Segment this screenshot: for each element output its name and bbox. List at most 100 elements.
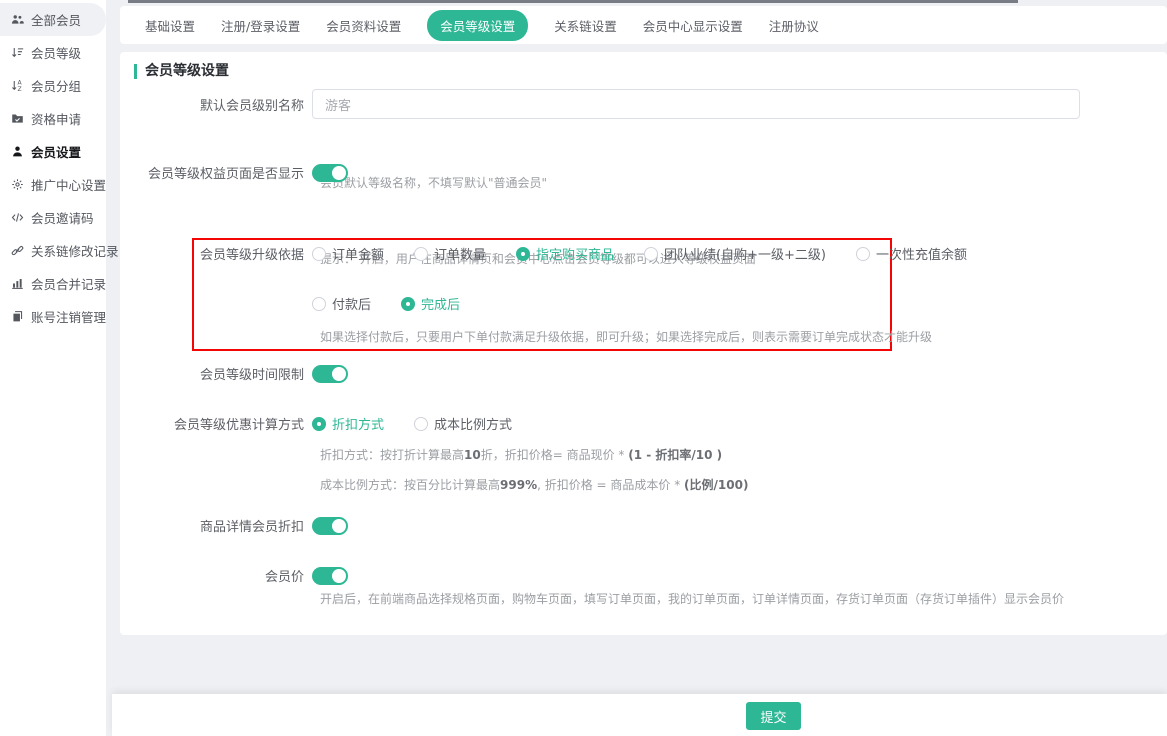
- radio-option[interactable]: 成本比例方式: [414, 414, 512, 433]
- sidebar-item-label: 账号注销管理: [31, 307, 106, 326]
- sidebar-item-0[interactable]: 全部会员: [0, 3, 106, 36]
- tab-6[interactable]: 注册协议: [769, 16, 819, 35]
- upgrade-timing-radio-group: 付款后 完成后: [312, 294, 460, 313]
- radio-selected-icon: [312, 417, 326, 431]
- sidebar-item-8[interactable]: 会员合并记录: [0, 267, 106, 300]
- radio-unselected-icon: [856, 247, 870, 261]
- gear-icon: [11, 178, 24, 191]
- radio-unselected-icon: [414, 247, 428, 261]
- sidebar-item-6[interactable]: 会员邀请码: [0, 201, 106, 234]
- svg-text:Z: Z: [18, 86, 22, 92]
- time-limit-toggle[interactable]: [312, 365, 348, 383]
- radio-option-label: 指定购买商品: [536, 244, 614, 263]
- settings-card: 会员等级设置 默认会员级别名称 会员默认等级名称，不填写默认"普通会员" 会员等…: [120, 52, 1167, 635]
- top-edge-artifact: [128, 0, 1018, 3]
- sidebar-item-2[interactable]: AZ 会员分组: [0, 69, 106, 102]
- submit-button[interactable]: 提交: [746, 702, 801, 730]
- member-price-label: 会员价: [120, 566, 312, 585]
- radio-unselected-icon: [414, 417, 428, 431]
- form-row-default-level-name: 默认会员级别名称: [120, 89, 1167, 119]
- radio-option[interactable]: 团队业绩(自购+一级+二级): [644, 244, 826, 263]
- radio-option-label: 一次性充值余额: [876, 244, 967, 263]
- sidebar-item-7[interactable]: 关系链修改记录: [0, 234, 106, 267]
- detail-discount-label: 商品详情会员折扣: [120, 516, 312, 535]
- form-row-upgrade-basis: 会员等级升级依据 订单金额 订单数量 指定购买商品 团队业绩(自购+一级+二级) 一次性…: [120, 244, 1167, 263]
- sidebar-item-1[interactable]: 会员等级: [0, 36, 106, 69]
- sidebar-item-label: 关系链修改记录: [31, 241, 119, 260]
- radio-unselected-icon: [644, 247, 658, 261]
- upgrade-basis-label: 会员等级升级依据: [120, 244, 312, 263]
- radio-unselected-icon: [312, 297, 326, 311]
- bar-chart-icon: [11, 277, 24, 290]
- sidebar-item-label: 全部会员: [31, 10, 81, 29]
- discount-calc-radio-group: 折扣方式 成本比例方式: [312, 414, 512, 433]
- form-row-detail-discount: 商品详情会员折扣: [120, 516, 1167, 535]
- form-row-time-limit: 会员等级时间限制: [120, 364, 1167, 383]
- toggle-knob: [332, 367, 346, 381]
- radio-option[interactable]: 订单数量: [414, 244, 486, 263]
- footer-bar: 提交: [112, 694, 1167, 736]
- sort-amount-icon: [11, 46, 24, 59]
- sort-alpha-icon: AZ: [11, 79, 24, 92]
- sidebar-item-label: 会员等级: [31, 43, 81, 62]
- radio-option[interactable]: 完成后: [401, 294, 460, 313]
- sidebar-item-label: 会员邀请码: [31, 208, 94, 227]
- discount-calc-label: 会员等级优惠计算方式: [120, 414, 312, 433]
- tab-5[interactable]: 会员中心显示设置: [643, 16, 743, 35]
- file-copy-icon: [11, 310, 24, 323]
- tab-0[interactable]: 基础设置: [145, 16, 195, 35]
- section-title: 会员等级设置: [134, 64, 229, 79]
- radio-option[interactable]: 一次性充值余额: [856, 244, 967, 263]
- sidebar-item-9[interactable]: 账号注销管理: [0, 300, 106, 333]
- toggle-knob: [332, 166, 346, 180]
- sidebar-item-3[interactable]: 资格申请: [0, 102, 106, 135]
- default-level-name-input[interactable]: [312, 89, 1080, 119]
- radio-option[interactable]: 订单金额: [312, 244, 384, 263]
- radio-selected-icon: [516, 247, 530, 261]
- toggle-knob: [332, 519, 346, 533]
- form-row-discount-calc: 会员等级优惠计算方式 折扣方式 成本比例方式: [120, 414, 1167, 433]
- sidebar-item-label: 会员设置: [31, 142, 81, 161]
- radio-option[interactable]: 折扣方式: [312, 414, 384, 433]
- tab-3[interactable]: 会员等级设置: [427, 10, 528, 41]
- tab-2[interactable]: 会员资料设置: [326, 16, 401, 35]
- sidebar-item-label: 资格申请: [31, 109, 81, 128]
- form-row-member-price: 会员价: [120, 566, 1167, 585]
- radio-option[interactable]: 指定购买商品: [516, 244, 614, 263]
- radio-option-label: 团队业绩(自购+一级+二级): [664, 244, 826, 263]
- user-icon: [11, 145, 24, 158]
- member-price-toggle[interactable]: [312, 567, 348, 585]
- sidebar-item-4[interactable]: 会员设置: [0, 135, 106, 168]
- users-icon: [11, 13, 24, 26]
- default-level-name-label: 默认会员级别名称: [120, 95, 312, 114]
- radio-option-label: 付款后: [332, 294, 371, 313]
- radio-option-label: 成本比例方式: [434, 414, 512, 433]
- code-icon: [11, 211, 24, 224]
- detail-discount-toggle[interactable]: [312, 517, 348, 535]
- discount-method-hint: 折扣方式：按打折计算最高10折，折扣价格= 商品现价 * (1 - 折扣率/10…: [320, 446, 722, 463]
- radio-option[interactable]: 付款后: [312, 294, 371, 313]
- tab-4[interactable]: 关系链设置: [554, 16, 617, 35]
- sidebar-item-5[interactable]: 推广中心设置: [0, 168, 106, 201]
- radio-unselected-icon: [312, 247, 326, 261]
- tab-1[interactable]: 注册/登录设置: [221, 16, 300, 35]
- form-row-benefit-page: 会员等级权益页面是否显示: [120, 163, 1167, 182]
- time-limit-label: 会员等级时间限制: [120, 364, 312, 383]
- radio-option-label: 订单金额: [332, 244, 384, 263]
- sidebar-item-label: 会员分组: [31, 76, 81, 95]
- folder-check-icon: [11, 112, 24, 125]
- upgrade-basis-radio-group: 订单金额 订单数量 指定购买商品 团队业绩(自购+一级+二级) 一次性充值余额: [312, 244, 967, 263]
- radio-option-label: 完成后: [421, 294, 460, 313]
- benefit-page-toggle[interactable]: [312, 164, 348, 182]
- sidebar: 全部会员会员等级 AZ 会员分组资格申请会员设置推广中心设置会员邀请码关系链修改记录…: [0, 0, 106, 736]
- radio-option-label: 折扣方式: [332, 414, 384, 433]
- sidebar-item-label: 会员合并记录: [31, 274, 106, 293]
- form-row-upgrade-timing: 付款后 完成后: [120, 294, 1167, 313]
- radio-option-label: 订单数量: [434, 244, 486, 263]
- toggle-knob: [332, 569, 346, 583]
- link-icon: [11, 244, 24, 257]
- sidebar-item-label: 推广中心设置: [31, 175, 106, 194]
- member-price-hint: 开启后，在前端商品选择规格页面，购物车页面，填写订单页面，我的订单页面，订单详情…: [320, 590, 1064, 607]
- cost-ratio-hint: 成本比例方式：按百分比计算最高999%, 折扣价格 = 商品成本价 * (比例/…: [320, 476, 748, 493]
- upgrade-timing-hint: 如果选择付款后，只要用户下单付款满足升级依据，即可升级；如果选择完成后，则表示需…: [320, 328, 932, 345]
